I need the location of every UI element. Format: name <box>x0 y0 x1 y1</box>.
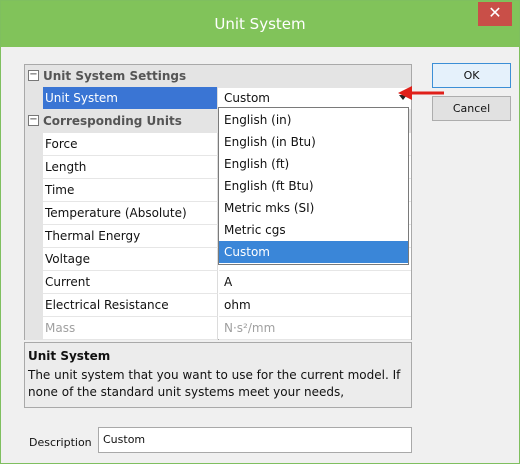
property-name: Current <box>43 271 218 294</box>
property-name: Voltage <box>43 248 218 271</box>
unit-system-value: Custom <box>224 91 270 105</box>
description-field[interactable]: Custom <box>98 427 412 453</box>
description-label: Description <box>29 436 92 449</box>
property-value[interactable]: A <box>219 271 411 294</box>
property-name: Temperature (Absolute) <box>43 202 218 225</box>
pointer-arrow-icon <box>398 86 444 100</box>
option-metric-mks[interactable]: Metric mks (SI) <box>219 197 408 219</box>
help-text: The unit system that you want to use for… <box>28 368 401 399</box>
unit-system-dropdown-list: English (in) English (in Btu) English (f… <box>218 107 409 265</box>
option-english-in-btu[interactable]: English (in Btu) <box>219 131 408 153</box>
property-name: Thermal Energy <box>43 225 218 248</box>
property-value[interactable]: N·s²/mm <box>219 317 411 340</box>
property-name: Force <box>43 133 218 156</box>
option-english-ft[interactable]: English (ft) <box>219 153 408 175</box>
help-panel: Unit System The unit system that you wan… <box>24 342 412 408</box>
option-metric-cgs[interactable]: Metric cgs <box>219 219 408 241</box>
category-label: Unit System Settings <box>43 69 187 83</box>
property-row-electrical-resistance[interactable]: Electrical Resistance ohm <box>25 294 411 317</box>
title-bar: Unit System ✕ <box>1 1 519 47</box>
option-english-ft-btu[interactable]: English (ft Btu) <box>219 175 408 197</box>
property-row-mass[interactable]: Mass N·s²/mm <box>25 317 411 340</box>
category-unit-system-settings[interactable]: − Unit System Settings <box>25 65 411 88</box>
property-name: Time <box>43 179 218 202</box>
help-title: Unit System <box>28 349 111 363</box>
option-custom[interactable]: Custom <box>219 241 408 263</box>
property-name: Length <box>43 156 218 179</box>
unit-system-dialog: Unit System ✕ − Unit System Settings Uni… <box>0 0 520 464</box>
property-name: Electrical Resistance <box>43 294 218 317</box>
option-english-in[interactable]: English (in) <box>219 109 408 131</box>
property-name: Mass <box>43 317 218 340</box>
property-name: Unit System <box>43 87 218 110</box>
close-button[interactable]: ✕ <box>478 2 512 26</box>
property-value[interactable]: ohm <box>219 294 411 317</box>
property-row-current[interactable]: Current A <box>25 271 411 294</box>
window-title: Unit System <box>214 15 306 33</box>
